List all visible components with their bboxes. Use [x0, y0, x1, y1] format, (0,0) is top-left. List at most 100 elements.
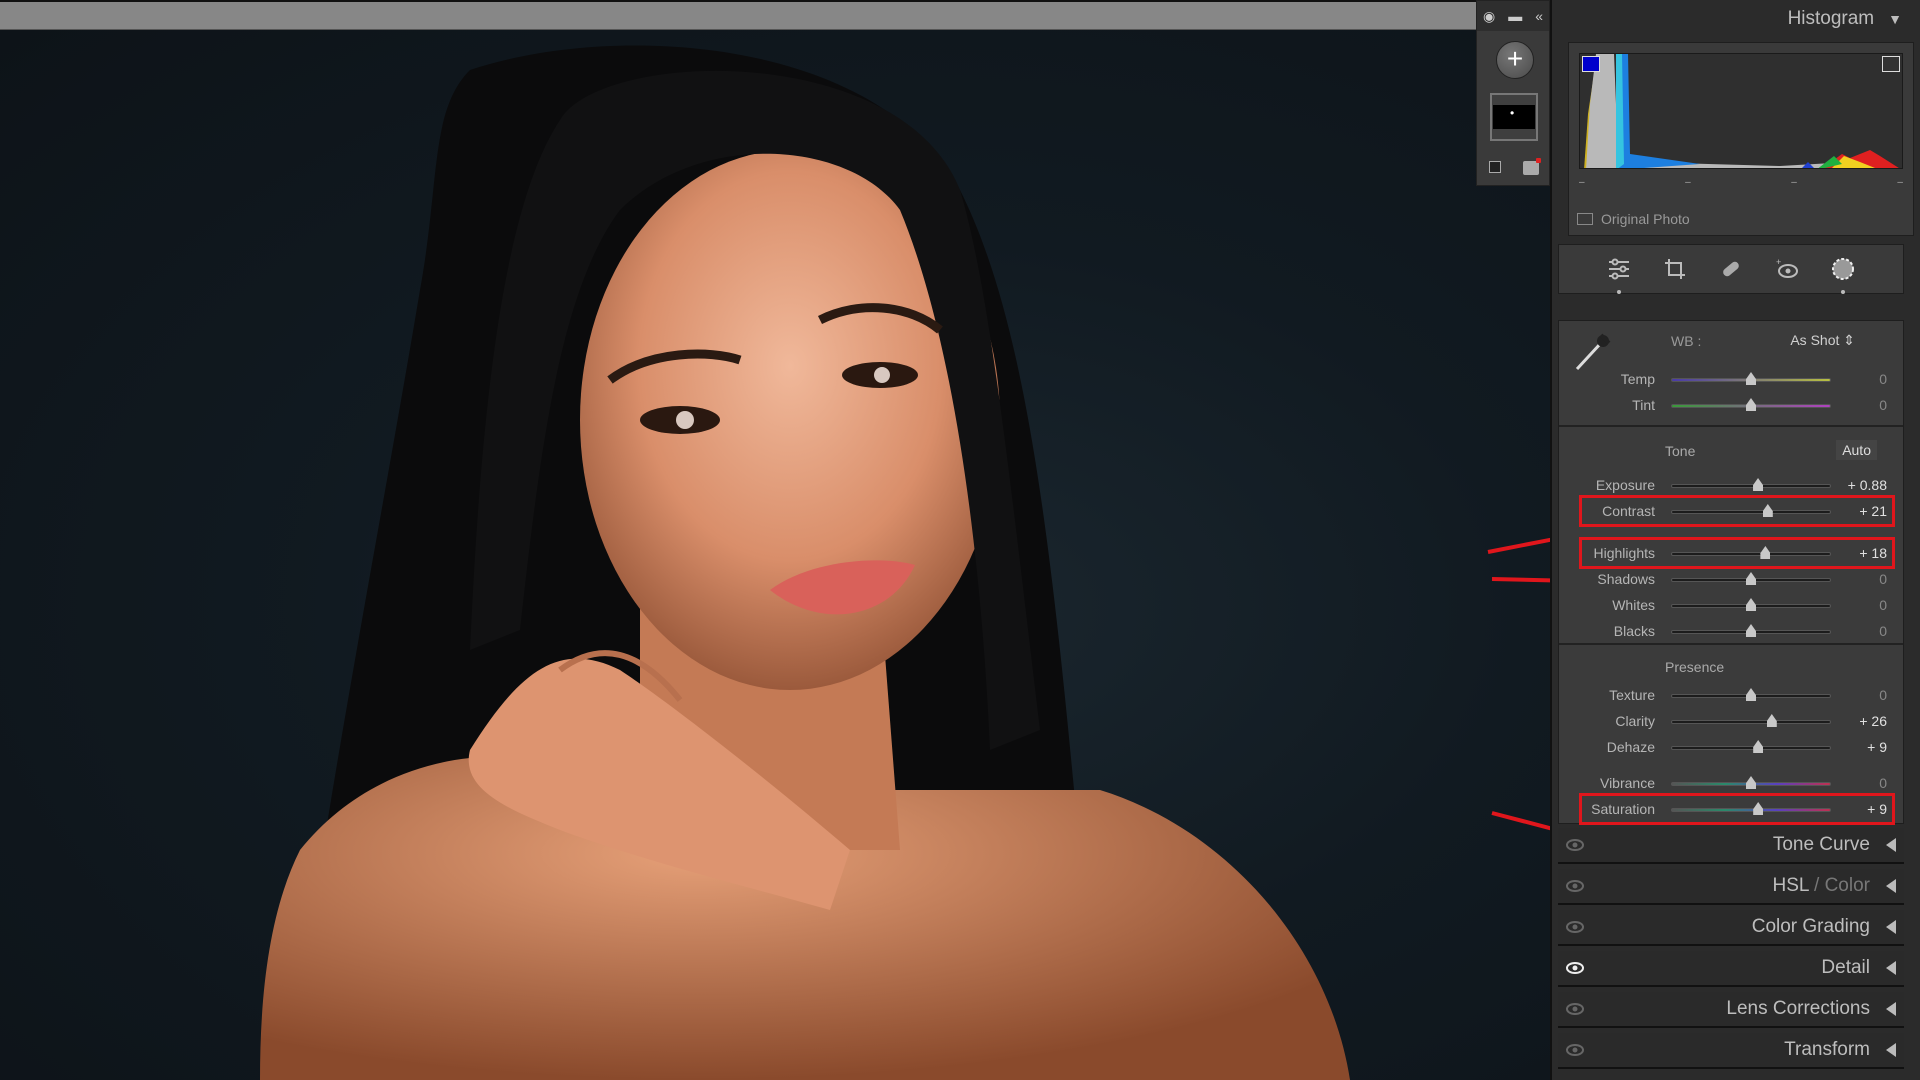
slider-value[interactable]: 0 [1879, 623, 1887, 639]
slider-thumb[interactable] [1746, 372, 1756, 385]
slider-thumb[interactable] [1746, 776, 1756, 789]
slider-label: Vibrance [1599, 775, 1655, 791]
original-photo-checkbox[interactable] [1577, 213, 1593, 225]
slider-value[interactable]: 0 [1879, 571, 1887, 587]
presence-title: Presence [1665, 659, 1725, 675]
highlight-clipping-toggle[interactable] [1882, 56, 1900, 72]
slider-value[interactable]: 0 [1879, 371, 1887, 387]
panel-color-grading[interactable]: Color Grading [1558, 910, 1904, 946]
photo-preview[interactable] [0, 30, 1550, 1080]
eye-icon[interactable] [1566, 920, 1584, 934]
eye-icon[interactable] [1566, 1043, 1584, 1057]
slider-value[interactable]: 0 [1879, 687, 1887, 703]
tool-strip: + [1558, 244, 1904, 294]
eye-icon[interactable] [1566, 879, 1584, 893]
slider-shadows[interactable]: Shadows 0 [1559, 569, 1903, 591]
basic-panel: WB : As Shot ⇕ Tone Auto Presence Temp 0 T… [1558, 320, 1904, 825]
slider-thumb[interactable] [1753, 478, 1764, 491]
healing-icon[interactable] [1716, 254, 1746, 284]
red-eye-icon[interactable]: + [1772, 254, 1802, 284]
snapshot-icon[interactable] [1523, 158, 1541, 175]
square-icon[interactable] [1489, 161, 1501, 173]
panel-tone-curve[interactable]: Tone Curve [1558, 828, 1904, 864]
slider-temp[interactable]: Temp 0 [1559, 369, 1903, 391]
slider-value[interactable]: + 9 [1867, 739, 1887, 755]
slider-value[interactable]: 0 [1879, 597, 1887, 613]
eye-icon[interactable]: ◉ [1483, 8, 1495, 25]
panel-detail[interactable]: Detail [1558, 951, 1904, 987]
slider-track[interactable] [1671, 746, 1831, 750]
wb-select[interactable]: As Shot ⇕ [1790, 332, 1855, 349]
slider-blacks[interactable]: Blacks 0 [1559, 621, 1903, 643]
slider-tint[interactable]: Tint 0 [1559, 395, 1903, 417]
slider-value[interactable]: + 0.88 [1848, 477, 1887, 493]
masking-icon[interactable] [1828, 254, 1858, 294]
slider-texture[interactable]: Texture 0 [1559, 685, 1903, 707]
slider-label: Texture [1609, 687, 1655, 703]
highlight-box-contrast [1579, 495, 1895, 527]
edit-sliders-icon[interactable] [1604, 254, 1634, 294]
panel-lens-corrections[interactable]: Lens Corrections [1558, 992, 1904, 1028]
navigator-strip: ◉ ▬ « + [1476, 0, 1550, 186]
original-photo-toggle[interactable]: Original Photo [1577, 211, 1690, 227]
expand-triangle-icon[interactable] [1886, 838, 1896, 852]
slider-exposure[interactable]: Exposure + 0.88 [1559, 475, 1903, 497]
add-button[interactable]: + [1496, 41, 1534, 79]
svg-text:+: + [1776, 257, 1781, 267]
collapse-triangle-icon[interactable]: ▼ [1888, 11, 1902, 27]
panel-title: Lens Corrections [1726, 998, 1870, 1019]
slider-thumb[interactable] [1746, 624, 1756, 637]
expand-triangle-icon[interactable] [1886, 1002, 1896, 1016]
minimize-icon[interactable]: ▬ [1508, 8, 1522, 24]
auto-button[interactable]: Auto [1836, 440, 1877, 460]
expand-triangle-icon[interactable] [1886, 1043, 1896, 1057]
panel-title: Transform [1784, 1039, 1870, 1060]
original-photo-label: Original Photo [1601, 211, 1690, 227]
crop-icon[interactable] [1660, 254, 1690, 284]
slider-thumb[interactable] [1746, 688, 1756, 701]
slider-label: Blacks [1613, 623, 1655, 639]
top-toolbar [0, 0, 1476, 30]
panel-title: HSL / Color [1772, 875, 1870, 896]
slider-label: Temp [1620, 371, 1655, 387]
expand-triangle-icon[interactable] [1886, 961, 1896, 975]
expand-triangle-icon[interactable] [1886, 920, 1896, 934]
expand-triangle-icon[interactable] [1886, 879, 1896, 893]
highlight-box-saturation [1579, 793, 1895, 825]
slider-vibrance[interactable]: Vibrance 0 [1559, 773, 1903, 795]
slider-value[interactable]: 0 [1879, 775, 1887, 791]
eye-icon[interactable] [1566, 961, 1584, 975]
slider-thumb[interactable] [1746, 598, 1756, 611]
eye-icon[interactable] [1566, 1002, 1584, 1016]
navigator-thumbnail[interactable] [1490, 93, 1538, 141]
histogram-title: Histogram [1787, 8, 1875, 29]
slider-value[interactable]: + 26 [1859, 713, 1887, 729]
slider-whites[interactable]: Whites 0 [1559, 595, 1903, 617]
slider-value[interactable]: 0 [1879, 397, 1887, 413]
slider-thumb[interactable] [1766, 714, 1777, 727]
develop-panel: Histogram ▼ – – – – Original Photo + WB … [1550, 0, 1920, 1080]
portrait-image [260, 45, 1350, 1080]
slider-track[interactable] [1671, 720, 1831, 724]
panel-title: Tone Curve [1772, 834, 1870, 855]
panel-transform[interactable]: Transform [1558, 1033, 1904, 1069]
panel-title: Detail [1821, 957, 1870, 978]
slider-dehaze[interactable]: Dehaze + 9 [1559, 737, 1903, 759]
highlight-box-highlights [1579, 537, 1895, 569]
slider-track[interactable] [1671, 484, 1831, 488]
tone-title: Tone [1665, 443, 1696, 459]
histogram-graph[interactable] [1579, 53, 1903, 169]
eye-icon[interactable] [1566, 838, 1584, 852]
slider-label: Whites [1612, 597, 1655, 613]
shadow-clipping-toggle[interactable] [1582, 56, 1600, 72]
double-chevron-left-icon[interactable]: « [1535, 8, 1543, 24]
eyedropper-icon[interactable] [1571, 329, 1615, 373]
slider-clarity[interactable]: Clarity + 26 [1559, 711, 1903, 733]
annotation-arrow-saturation [1491, 811, 1550, 831]
slider-thumb[interactable] [1746, 398, 1756, 411]
slider-thumb[interactable] [1746, 572, 1756, 585]
slider-label: Tint [1632, 397, 1655, 413]
histogram-header[interactable]: Histogram ▼ [1788, 8, 1902, 30]
panel-hsl[interactable]: HSL / Color [1558, 869, 1904, 905]
slider-thumb[interactable] [1753, 740, 1764, 753]
